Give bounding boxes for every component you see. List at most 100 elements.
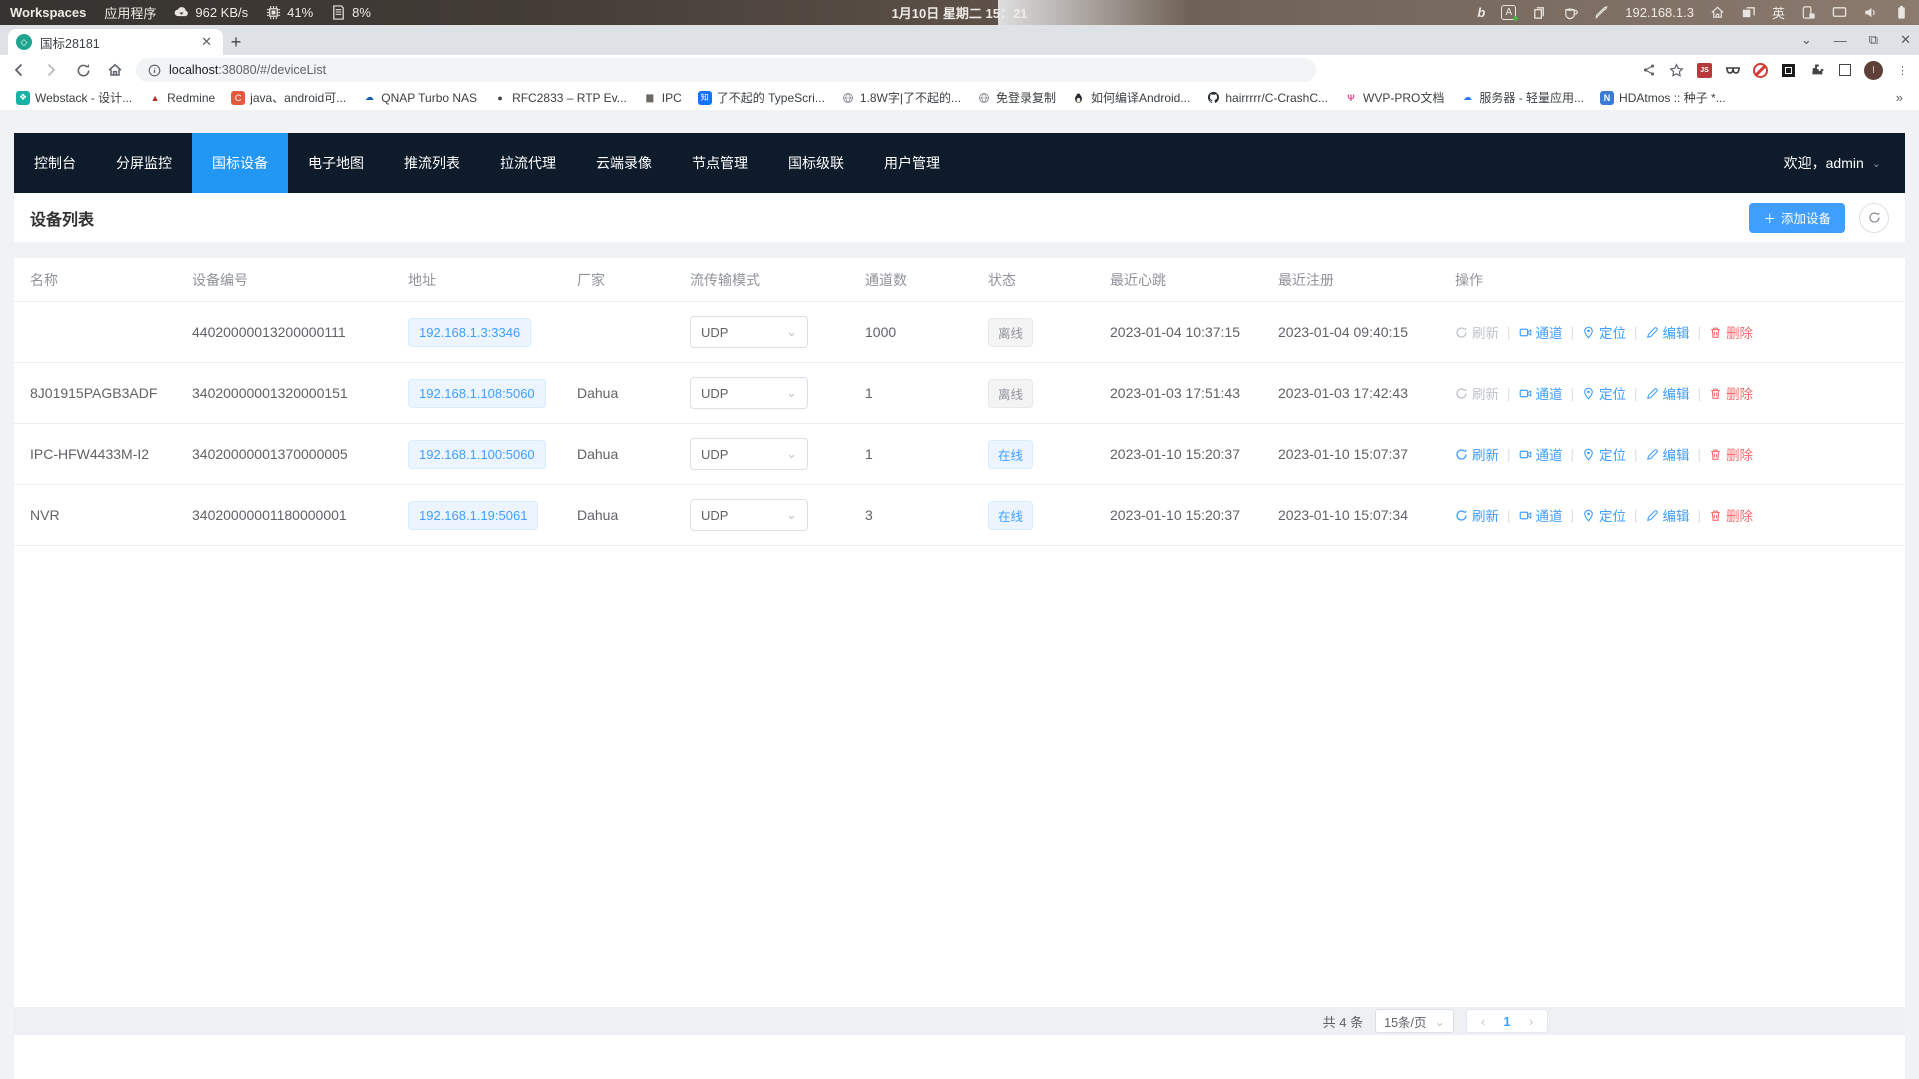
bing-icon[interactable]: b bbox=[1477, 5, 1485, 20]
back-icon[interactable] bbox=[8, 59, 30, 81]
home-icon[interactable] bbox=[1710, 5, 1725, 20]
bookmark-github[interactable]: hairrrrr/C-CrashC... bbox=[1200, 89, 1334, 107]
nav-item-user-manage[interactable]: 用户管理 bbox=[864, 133, 960, 193]
edit-action[interactable]: 编辑 bbox=[1646, 383, 1690, 403]
bookmark-ipc-folder[interactable]: ▆IPC bbox=[637, 89, 688, 107]
edit-action[interactable]: 编辑 bbox=[1646, 322, 1690, 342]
tab-close-icon[interactable]: ✕ bbox=[198, 34, 215, 50]
bookmark-typescript[interactable]: 知了不起的 TypeScri... bbox=[692, 87, 831, 108]
delete-action[interactable]: 删除 bbox=[1709, 444, 1753, 464]
delete-action[interactable]: 删除 bbox=[1709, 322, 1753, 342]
channels-action[interactable]: 通道 bbox=[1519, 505, 1563, 525]
device-name: NVR bbox=[30, 507, 192, 523]
stream-mode-select[interactable]: UDP⌄ bbox=[690, 377, 808, 409]
js-extension-icon[interactable]: JS bbox=[1696, 62, 1713, 79]
delete-action[interactable]: 删除 bbox=[1709, 383, 1753, 403]
channels-action[interactable]: 通道 bbox=[1519, 383, 1563, 403]
bookmark-star-icon[interactable] bbox=[1668, 62, 1685, 79]
applications-menu[interactable]: 应用程序 bbox=[104, 3, 156, 22]
device-address-chip[interactable]: 192.168.1.100:5060 bbox=[408, 440, 546, 469]
add-device-button[interactable]: ＋ 添加设备 bbox=[1749, 203, 1845, 233]
nav-item-push-list[interactable]: 推流列表 bbox=[384, 133, 480, 193]
nav-item-split-monitor[interactable]: 分屏监控 bbox=[96, 133, 192, 193]
reload-icon[interactable] bbox=[72, 59, 94, 81]
nav-item-gb-cascade[interactable]: 国标级联 bbox=[768, 133, 864, 193]
window-close-button[interactable]: ✕ bbox=[1900, 32, 1911, 48]
device-address-chip[interactable]: 192.168.1.3:3346 bbox=[408, 318, 531, 347]
channels-action[interactable]: 通道 bbox=[1519, 322, 1563, 342]
refresh-action[interactable]: 刷新 bbox=[1455, 322, 1499, 342]
current-page[interactable]: 1 bbox=[1495, 1014, 1519, 1029]
browser-menu-icon[interactable]: ⋮ bbox=[1894, 62, 1911, 79]
adblock-extension-icon[interactable] bbox=[1752, 62, 1769, 79]
extensions-puzzle-icon[interactable] bbox=[1808, 62, 1825, 79]
locate-action[interactable]: 定位 bbox=[1582, 322, 1626, 342]
nav-item-cloud-record[interactable]: 云端录像 bbox=[576, 133, 672, 193]
bookmarks-overflow-chevron[interactable]: » bbox=[1890, 90, 1909, 105]
copy-icon[interactable] bbox=[1532, 5, 1547, 20]
address-bar[interactable]: localhost:38080/#/deviceList bbox=[136, 58, 1316, 82]
translate-icon[interactable]: A bbox=[1501, 5, 1516, 20]
workspaces-button[interactable]: Workspaces bbox=[10, 5, 86, 20]
input-method-indicator[interactable]: 英 bbox=[1772, 3, 1785, 22]
pager: ‹ 1 › bbox=[1466, 1009, 1548, 1033]
battery-icon[interactable] bbox=[1894, 5, 1909, 20]
tab-search-icon[interactable]: ⌄ bbox=[1801, 32, 1812, 48]
locate-action[interactable]: 定位 bbox=[1582, 505, 1626, 525]
sidepanel-icon[interactable] bbox=[1836, 62, 1853, 79]
bookmark-server[interactable]: ☁服务器 - 轻量应用... bbox=[1454, 87, 1590, 108]
stream-mode-select[interactable]: UDP⌄ bbox=[690, 499, 808, 531]
channels-action[interactable]: 通道 bbox=[1519, 444, 1563, 464]
pen-icon[interactable] bbox=[1594, 5, 1609, 20]
new-tab-button[interactable]: + bbox=[223, 29, 249, 55]
nav-item-gb-devices[interactable]: 国标设备 bbox=[192, 133, 288, 193]
ip-address-indicator[interactable]: 192.168.1.3 bbox=[1625, 5, 1694, 20]
coffee-icon[interactable] bbox=[1563, 5, 1578, 20]
profile-avatar[interactable]: I bbox=[1864, 61, 1883, 80]
window-restore-button[interactable]: ⧉ bbox=[1869, 32, 1878, 48]
bookmark-18w[interactable]: 1.8W字|了不起的... bbox=[835, 87, 967, 108]
bookmark-rfc2833[interactable]: ●RFC2833 – RTP Ev... bbox=[487, 89, 633, 107]
forward-icon[interactable] bbox=[40, 59, 62, 81]
stream-mode-select[interactable]: UDP⌄ bbox=[690, 316, 808, 348]
bookmark-hdatmos[interactable]: NHDAtmos :: 种子 *... bbox=[1594, 87, 1732, 108]
delete-action[interactable]: 删除 bbox=[1709, 505, 1753, 525]
refresh-action[interactable]: 刷新 bbox=[1455, 383, 1499, 403]
bookmark-copy-free[interactable]: 免登录复制 bbox=[971, 87, 1062, 108]
tablet-icon[interactable] bbox=[1801, 5, 1816, 20]
prev-page-button[interactable]: ‹ bbox=[1471, 1014, 1495, 1029]
window-minimize-button[interactable]: — bbox=[1834, 33, 1847, 48]
stream-mode-select[interactable]: UDP⌄ bbox=[690, 438, 808, 470]
bookmark-redmine[interactable]: ▲Redmine bbox=[142, 89, 221, 107]
device-address-chip[interactable]: 192.168.1.19:5061 bbox=[408, 501, 538, 530]
nav-item-console[interactable]: 控制台 bbox=[14, 133, 96, 193]
display-icon[interactable] bbox=[1832, 5, 1847, 20]
speaker-icon[interactable] bbox=[1863, 5, 1878, 20]
refresh-action[interactable]: 刷新 bbox=[1455, 444, 1499, 464]
home-button-icon[interactable] bbox=[104, 59, 126, 81]
locate-action[interactable]: 定位 bbox=[1582, 444, 1626, 464]
screenshot-extension-icon[interactable] bbox=[1780, 62, 1797, 79]
browser-tab-active[interactable]: ◇ 国标28181 ✕ bbox=[8, 29, 223, 55]
refresh-list-button[interactable] bbox=[1859, 203, 1889, 233]
bookmark-java-android[interactable]: Cjava、android可... bbox=[225, 87, 352, 108]
locate-action[interactable]: 定位 bbox=[1582, 383, 1626, 403]
bookmark-android-build[interactable]: 如何编译Android... bbox=[1066, 87, 1196, 108]
bookmark-wvp-docs[interactable]: ΨWVP-PRO文档 bbox=[1338, 87, 1450, 108]
nav-item-map[interactable]: 电子地图 bbox=[288, 133, 384, 193]
device-address-chip[interactable]: 192.168.1.108:5060 bbox=[408, 379, 546, 408]
page-info-icon[interactable] bbox=[148, 64, 161, 77]
nav-item-pull-proxy[interactable]: 拉流代理 bbox=[480, 133, 576, 193]
page-size-select[interactable]: 15条/页 ⌄ bbox=[1375, 1009, 1454, 1033]
bookmark-qnap[interactable]: ☁QNAP Turbo NAS bbox=[356, 89, 483, 107]
windows-icon[interactable] bbox=[1741, 5, 1756, 20]
bookmark-webstack[interactable]: ❖Webstack - 设计... bbox=[10, 87, 138, 108]
user-menu[interactable]: 欢迎，admin ⌄ bbox=[1784, 153, 1905, 173]
darkreader-extension-icon[interactable] bbox=[1724, 62, 1741, 79]
next-page-button[interactable]: › bbox=[1519, 1014, 1543, 1029]
refresh-action[interactable]: 刷新 bbox=[1455, 505, 1499, 525]
nav-item-node-manage[interactable]: 节点管理 bbox=[672, 133, 768, 193]
edit-action[interactable]: 编辑 bbox=[1646, 505, 1690, 525]
share-icon[interactable] bbox=[1640, 62, 1657, 79]
edit-action[interactable]: 编辑 bbox=[1646, 444, 1690, 464]
